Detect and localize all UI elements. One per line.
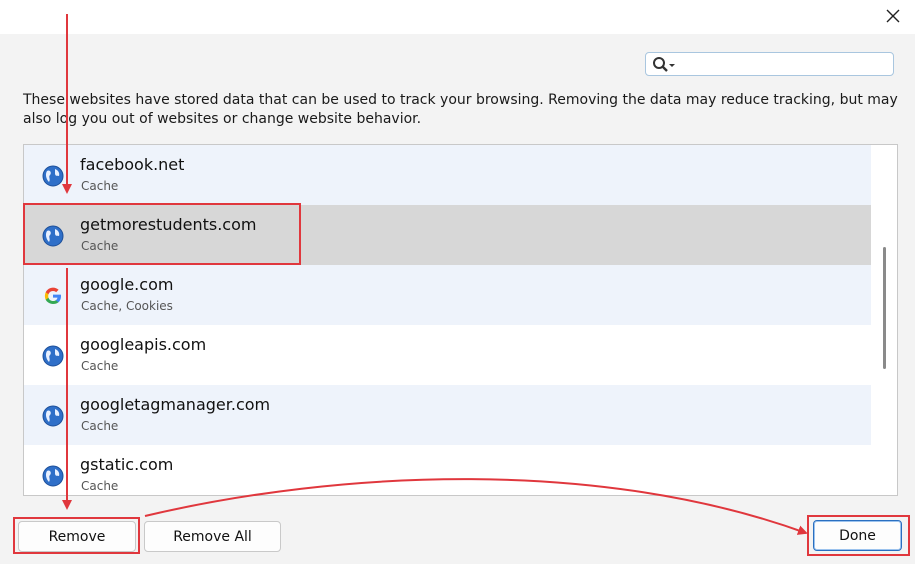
site-row-getmorestudents-com[interactable]: getmorestudents.com Cache: [24, 205, 872, 265]
site-row-gstatic-com[interactable]: gstatic.com Cache: [24, 445, 872, 495]
globe-icon: [42, 165, 64, 187]
globe-icon: [42, 405, 64, 427]
search-box[interactable]: [645, 52, 894, 76]
search-icon[interactable]: [652, 56, 680, 74]
site-list[interactable]: facebook.net Cache getmorestudents.com C…: [23, 144, 898, 496]
site-name: gstatic.com: [80, 455, 174, 474]
remove-all-button[interactable]: Remove All: [144, 521, 281, 552]
site-name: getmorestudents.com: [80, 215, 257, 234]
manage-data-dialog: These websites have stored data that can…: [0, 0, 915, 564]
site-detail: Cache: [81, 239, 119, 253]
site-detail: Cache: [81, 479, 119, 493]
site-row-googleapis-com[interactable]: googleapis.com Cache: [24, 325, 872, 385]
site-row-facebook-net[interactable]: facebook.net Cache: [24, 145, 872, 205]
site-detail: Cache, Cookies: [81, 299, 173, 313]
globe-icon: [42, 345, 64, 367]
site-detail: Cache: [81, 359, 119, 373]
close-icon: [886, 9, 900, 23]
site-name: googletagmanager.com: [80, 395, 271, 414]
search-input[interactable]: [680, 55, 890, 75]
globe-icon: [42, 465, 64, 487]
google-icon: [44, 287, 61, 304]
site-name: google.com: [80, 275, 174, 294]
done-button[interactable]: Done: [813, 520, 902, 551]
globe-icon: [42, 225, 64, 247]
site-name: googleapis.com: [80, 335, 207, 354]
site-detail: Cache: [81, 419, 119, 433]
site-rows: facebook.net Cache getmorestudents.com C…: [24, 145, 872, 495]
list-scrollbar[interactable]: [871, 145, 897, 495]
site-detail: Cache: [81, 179, 119, 193]
close-button[interactable]: [881, 4, 905, 28]
site-row-googletagmanager-com[interactable]: googletagmanager.com Cache: [24, 385, 872, 445]
site-row-google-com[interactable]: google.com Cache, Cookies: [24, 265, 872, 325]
remove-button[interactable]: Remove: [18, 521, 136, 552]
site-name: facebook.net: [80, 155, 185, 174]
scroll-thumb[interactable]: [883, 247, 886, 369]
title-bar: [0, 0, 915, 34]
description-text: These websites have stored data that can…: [23, 92, 898, 127]
